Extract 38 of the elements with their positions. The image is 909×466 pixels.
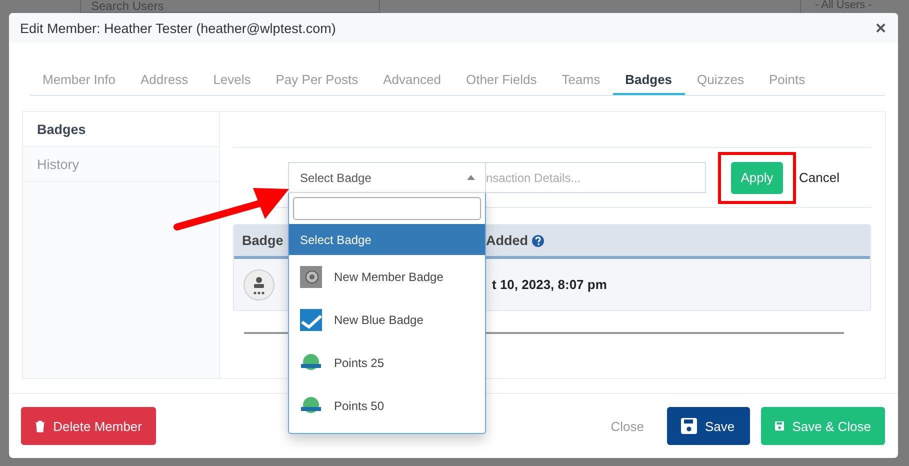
- column-header: Badge: [242, 233, 284, 248]
- side-menu-item[interactable]: Badges: [23, 112, 219, 147]
- side-menu-item[interactable]: History: [23, 147, 219, 182]
- dropdown-option[interactable]: New Member Badge: [289, 255, 485, 298]
- tab[interactable]: Pay Per Posts: [263, 65, 371, 95]
- caret-icon: [467, 175, 475, 180]
- badge-icon: [243, 268, 275, 300]
- apply-button[interactable]: Apply: [731, 162, 783, 194]
- dropdown-option[interactable]: New Blue Badge: [289, 298, 485, 341]
- search-field[interactable]: [293, 197, 481, 220]
- dropdown-option[interactable]: Points 25: [289, 341, 485, 384]
- tab[interactable]: Teams: [549, 65, 613, 95]
- medal-icon: [300, 266, 322, 288]
- tab[interactable]: Address: [128, 65, 201, 95]
- tab[interactable]: Badges: [612, 65, 685, 95]
- save-button[interactable]: Save: [667, 407, 750, 445]
- tab[interactable]: Points: [756, 65, 818, 95]
- cancel-link[interactable]: Cancel: [799, 170, 840, 185]
- close-button[interactable]: ×: [875, 19, 886, 37]
- tab[interactable]: Advanced: [370, 65, 454, 95]
- date-cell: t 10, 2023, 8:07 pm: [492, 277, 607, 292]
- tab[interactable]: Member Info: [30, 65, 128, 95]
- dialog-title: Edit Member: Heather Tester (heather@wlptest.com): [20, 20, 336, 36]
- trash-icon: [35, 418, 46, 434]
- delete-button[interactable]: Delete Member: [21, 407, 156, 445]
- close-button[interactable]: Close: [598, 407, 656, 445]
- tab[interactable]: Levels: [200, 65, 264, 95]
- dropdown-option[interactable]: Points 50: [289, 384, 485, 427]
- save-close-button[interactable]: Save & Close: [761, 407, 885, 445]
- column-header: Added: [486, 233, 528, 248]
- tab[interactable]: Other Fields: [453, 65, 550, 95]
- help-icon: [532, 234, 544, 246]
- dropdown-option[interactable]: Select Badge: [289, 224, 485, 255]
- check-icon: [300, 308, 322, 330]
- badge-select[interactable]: Select Badge: [288, 162, 485, 193]
- save-icon: [681, 418, 697, 434]
- tab[interactable]: Quizzes: [684, 65, 757, 95]
- details-field[interactable]: nsaction Details...: [485, 162, 706, 193]
